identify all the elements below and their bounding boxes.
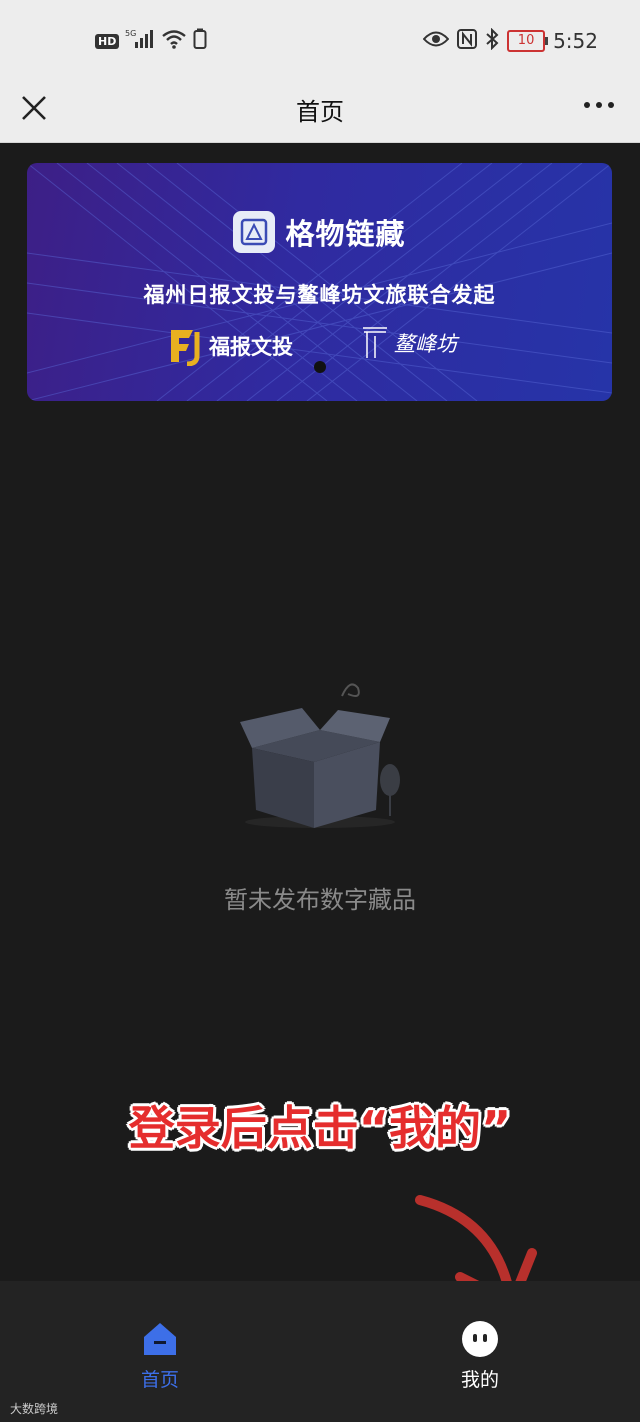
gate-logo-icon <box>363 327 387 358</box>
brand-row: 格物链藏 <box>27 211 612 253</box>
tab-mine[interactable]: 我的 <box>400 1281 560 1401</box>
promo-banner[interactable]: 格物链藏 福州日报文投与鳌峰坊文旅联合发起 鳌峰坊 福报文投 鳌峰坊 <box>27 163 612 401</box>
partner-name-aofeng: 鳌峰坊 <box>394 332 457 356</box>
empty-state-text: 暂未发布数字藏品 <box>224 886 416 914</box>
brand-logo-icon <box>233 211 276 253</box>
hd-badge: HD <box>95 33 120 49</box>
banner-subtitle: 福州日报文投与鳌峰坊文旅联合发起 <box>143 283 496 307</box>
eye-icon <box>422 30 450 52</box>
network-label: 5G <box>125 29 136 38</box>
bluetooth-icon <box>485 27 499 54</box>
partner-logo-aofeng: 鳌峰坊 <box>362 326 457 360</box>
page-title: 首页 <box>296 98 344 126</box>
watermark: 大数跨境 <box>10 1402 59 1416</box>
clock: 5:52 <box>553 29 598 53</box>
bottom-tab-bar: 首页 我的 <box>0 1281 640 1422</box>
tab-home[interactable]: 首页 <box>80 1281 240 1401</box>
brand-name: 格物链藏 <box>285 217 406 251</box>
empty-box-icon <box>230 670 410 844</box>
signal-icon: 5G <box>125 28 155 54</box>
sim-icon <box>193 28 207 54</box>
nfc-icon <box>457 29 478 53</box>
partner-logo-fuzhou: 鳌峰坊 福报文投 <box>167 326 293 366</box>
partner-name-fuzhou: 福报文投 <box>209 335 293 359</box>
tab-label-home: 首页 <box>140 1369 179 1391</box>
status-left: HD 5G <box>95 28 207 54</box>
carousel-dot <box>314 361 326 373</box>
fj-logo-icon <box>171 330 200 366</box>
annotation-text: 登录后点击“我的” <box>128 1101 512 1155</box>
more-options-icon[interactable] <box>584 102 614 108</box>
status-right: 10 5:52 <box>422 27 598 54</box>
battery-icon: 10 <box>507 30 549 52</box>
nav-bar: 首页 <box>0 80 640 143</box>
wifi-icon <box>161 29 187 53</box>
home-icon <box>140 1319 180 1359</box>
tab-label-mine: 我的 <box>460 1369 499 1391</box>
status-bar: HD 5G 10 5:52 <box>0 0 640 80</box>
profile-icon <box>460 1319 500 1359</box>
